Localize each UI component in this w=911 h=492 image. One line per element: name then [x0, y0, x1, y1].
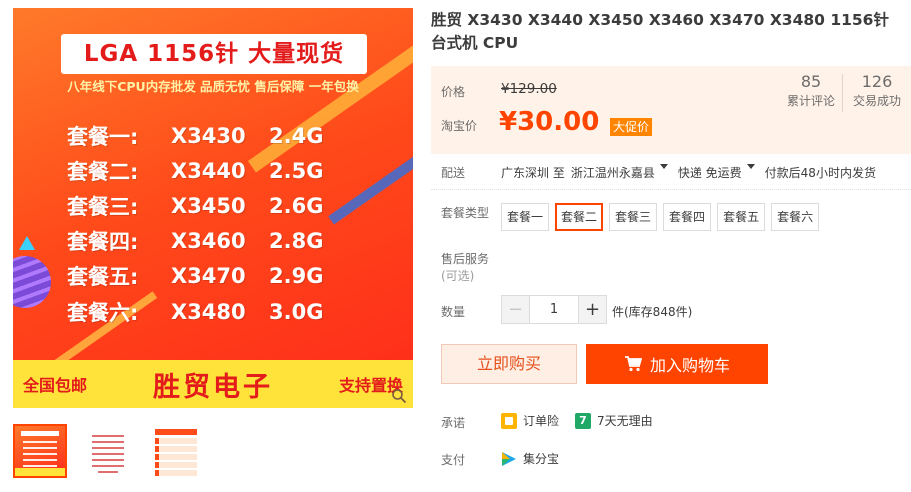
package-name: 套餐六:: [67, 300, 139, 325]
package-name: 套餐二:: [67, 159, 139, 184]
payment-method[interactable]: 集分宝: [501, 450, 559, 467]
package-model: X3470: [171, 264, 246, 289]
package-model: X3480: [171, 299, 246, 324]
sku-option-4[interactable]: 套餐四: [663, 203, 712, 231]
quantity-stepper: − 1 +: [501, 295, 607, 324]
promo-price: ¥30.00: [499, 107, 600, 137]
shipping-note: 付款后48小时内发货: [764, 166, 876, 180]
price-panel: 价格 ¥129.00 淘宝价 ¥30.00 大促价 85 累计评论 126 交易…: [431, 66, 911, 154]
package-name: 套餐五:: [67, 265, 139, 290]
deals-count: 126: [861, 72, 893, 91]
decor-triangle: [19, 236, 35, 250]
sku-type-label: 套餐类型: [441, 206, 490, 220]
payment-label: 支付: [441, 453, 466, 467]
image-package-row: 套餐三: X3450 2.6G: [67, 188, 339, 223]
thumbnail-2[interactable]: [81, 424, 135, 478]
thumbnail-1[interactable]: [13, 424, 67, 478]
main-product-image[interactable]: LGA 1156针 大量现货 八年线下CPU内存批发 品质无忧 售后保障 一年包…: [13, 8, 413, 408]
package-freq: 2.6G: [269, 193, 324, 218]
image-package-row: 套餐一: X3430 2.4G: [67, 118, 339, 153]
package-model: X3450: [171, 193, 246, 218]
package-freq: 2.8G: [269, 229, 324, 254]
payment-text: 集分宝: [523, 452, 560, 466]
promise-insurance-text: 订单险: [523, 414, 560, 428]
reviews-count: 85: [800, 72, 822, 91]
package-model: X3460: [171, 229, 246, 254]
image-package-row: 套餐二: X3440 2.5G: [67, 153, 339, 188]
promo-tag: 大促价: [610, 118, 653, 136]
image-footer-band: 全国包邮 胜贸电子 支持置换: [13, 360, 413, 408]
quantity-label: 数量: [441, 305, 466, 319]
after-sales-service: 售后服务 (可选): [441, 251, 489, 285]
quantity-increase-button[interactable]: +: [578, 295, 607, 324]
taobao-price-label: 淘宝价: [441, 119, 478, 133]
shipping-label: 配送: [441, 166, 466, 180]
image-package-list: 套餐一: X3430 2.4G 套餐二: X3440 2.5G 套餐三: X34…: [67, 118, 339, 329]
promise-label: 承诺: [441, 416, 466, 430]
image-subline: 八年线下CPU内存批发 品质无忧 售后保障 一年包换: [67, 79, 359, 94]
sku-option-5[interactable]: 套餐五: [717, 203, 766, 231]
seven-day-return-icon: 7: [575, 412, 591, 429]
service-optional: (可选): [441, 269, 475, 283]
product-title: 胜贸 X3430 X3440 X3450 X3460 X3470 X3480 1…: [431, 11, 889, 52]
jifenbao-icon: [502, 451, 516, 466]
add-to-cart-label: 加入购物车: [649, 356, 730, 375]
original-price: ¥129.00: [501, 81, 557, 97]
sku-option-1[interactable]: 套餐一: [501, 203, 550, 231]
stock-text: 件(库存848件): [612, 305, 693, 319]
image-package-row: 套餐四: X3460 2.8G: [67, 224, 339, 259]
quantity-decrease-button[interactable]: −: [501, 295, 530, 324]
image-package-row: 套餐五: X3470 2.9G: [67, 259, 339, 294]
package-freq: 2.4G: [269, 123, 324, 148]
thumbnail-3[interactable]: [149, 424, 203, 478]
shipping-row: 配送 广东深圳 至 浙江温州永嘉县 快递 免运费 付款后48小时内发货: [441, 164, 876, 181]
insurance-icon: [501, 412, 517, 429]
decor-ball: [13, 256, 51, 308]
promise-insurance[interactable]: 订单险: [501, 412, 559, 429]
quantity-input[interactable]: 1: [530, 295, 578, 324]
stat-divider: [842, 74, 843, 112]
service-label: 售后服务: [441, 252, 490, 266]
deals-stat: 126 交易成功: [849, 72, 905, 110]
decor-stripe: [328, 101, 413, 225]
deals-label: 交易成功: [852, 94, 901, 108]
package-freq: 2.9G: [269, 264, 324, 289]
sku-option-2[interactable]: 套餐二: [555, 203, 604, 231]
promise-return[interactable]: 7 7天无理由: [575, 412, 653, 429]
chevron-down-icon[interactable]: [659, 164, 668, 169]
package-freq: 3.0G: [269, 299, 324, 324]
image-banner-title: LGA 1156针 大量现货: [61, 34, 367, 74]
sku-option-6[interactable]: 套餐六: [771, 203, 820, 231]
shipping-destination[interactable]: 浙江温州永嘉县: [571, 164, 655, 181]
package-name: 套餐一:: [67, 124, 139, 149]
thumbnail-strip: [13, 424, 203, 478]
sku-options: 套餐一 套餐二 套餐三 套餐四 套餐五 套餐六: [501, 203, 820, 231]
package-model: X3430: [171, 123, 246, 148]
free-shipping-text: 全国包邮: [23, 376, 88, 395]
shipping-method[interactable]: 快递 免运费: [678, 164, 742, 181]
buy-now-button[interactable]: 立即购买: [441, 344, 577, 384]
price-label: 价格: [441, 85, 466, 99]
package-name: 套餐三:: [67, 194, 139, 219]
reviews-stat[interactable]: 85 累计评论: [785, 72, 837, 110]
brand-text: 胜贸电子: [153, 371, 273, 403]
reviews-label: 累计评论: [786, 94, 835, 108]
zoom-icon[interactable]: [391, 388, 407, 404]
package-freq: 2.5G: [269, 158, 324, 183]
add-to-cart-button[interactable]: 加入购物车: [586, 344, 768, 384]
promise-return-text: 7天无理由: [597, 414, 653, 428]
package-name: 套餐四:: [67, 230, 139, 255]
package-model: X3440: [171, 158, 246, 183]
divider: [431, 189, 911, 190]
cart-icon: [624, 356, 642, 372]
shipping-from: 广东深圳 至: [501, 166, 565, 180]
sku-option-3[interactable]: 套餐三: [609, 203, 658, 231]
image-package-row: 套餐六: X3480 3.0G: [67, 294, 339, 329]
chevron-down-icon[interactable]: [746, 164, 755, 169]
